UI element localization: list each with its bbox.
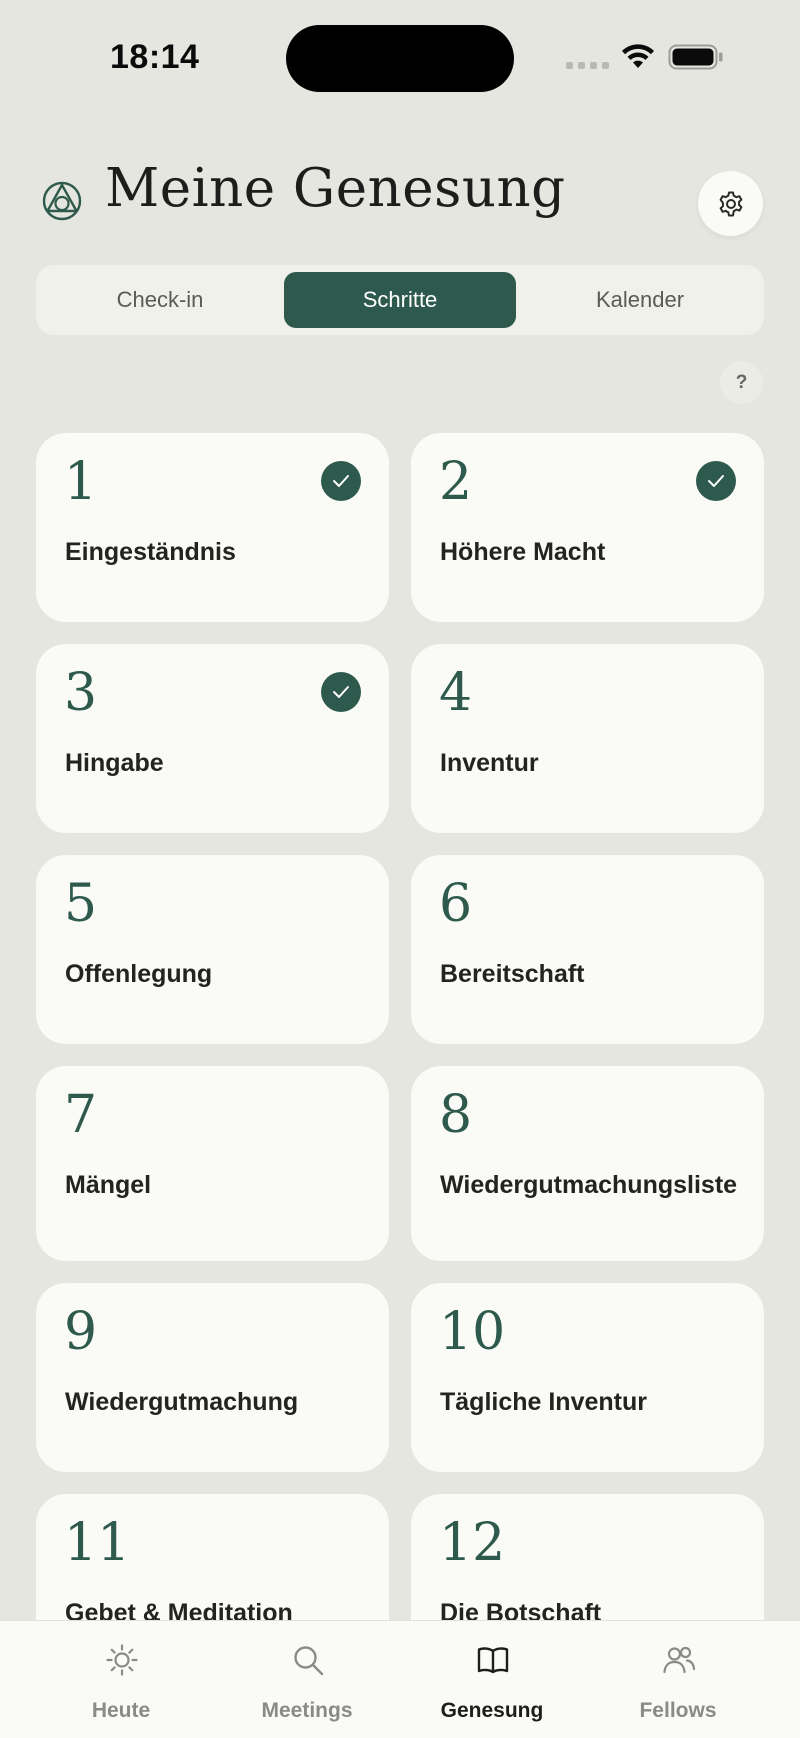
step-label: Bereitschaft: [440, 960, 585, 988]
step-card-9[interactable]: 9 Wiedergutmachung: [36, 1283, 389, 1472]
segment-schritte[interactable]: Schritte: [284, 272, 516, 328]
check-icon: [321, 672, 361, 712]
step-card-4[interactable]: 4 Inventur: [411, 644, 764, 833]
tab-label: Meetings: [261, 1699, 353, 1722]
people-icon: [663, 1646, 696, 1674]
tab-bar: Heute Meetings Genesung Fellows: [0, 1620, 800, 1738]
step-number: 12: [439, 1513, 506, 1573]
gear-icon: [719, 191, 742, 216]
check-icon: [696, 461, 736, 501]
step-card-3[interactable]: 3 Hingabe: [36, 644, 389, 833]
step-number: 7: [64, 1085, 98, 1145]
tab-heute[interactable]: Heute: [21, 1621, 221, 1738]
app-logo-icon: [42, 181, 82, 221]
segment-check-in[interactable]: Check-in: [44, 272, 276, 328]
settings-button[interactable]: [698, 171, 763, 236]
tab-label: Fellows: [639, 1699, 717, 1722]
battery-icon: [668, 44, 723, 70]
step-card-8[interactable]: 8 Wiedergutmachungsliste: [411, 1066, 764, 1261]
step-number: 4: [439, 663, 473, 723]
step-label: Inventur: [440, 749, 539, 777]
cellular-signal-icon: [566, 62, 609, 69]
tab-label: Heute: [91, 1699, 151, 1722]
step-number: 8: [439, 1085, 473, 1145]
segment-kalender[interactable]: Kalender: [524, 272, 756, 328]
step-number: 11: [64, 1513, 131, 1573]
tab-label: Genesung: [440, 1699, 544, 1722]
status-icons: [566, 42, 726, 74]
page-title: Meine Genesung: [105, 158, 566, 219]
step-card-10[interactable]: 10 Tägliche Inventur: [411, 1283, 764, 1472]
search-icon: [294, 1646, 324, 1676]
dynamic-island: [286, 25, 514, 92]
help-button[interactable]: ?: [720, 361, 763, 404]
step-number: 9: [64, 1302, 98, 1362]
tab-meetings[interactable]: Meetings: [207, 1621, 407, 1738]
screen: 18:14 Meine Genesung Check-in Schritte K…: [0, 0, 800, 1738]
wifi-icon: [622, 44, 654, 68]
book-icon: [477, 1647, 509, 1674]
segmented-control: Check-in Schritte Kalender: [36, 265, 764, 335]
step-number: 1: [64, 452, 98, 512]
step-number: 3: [64, 663, 98, 723]
step-card-7[interactable]: 7 Mängel: [36, 1066, 389, 1261]
step-label: Wiedergutmachungsliste: [440, 1171, 738, 1199]
step-card-1[interactable]: 1 Eingeständnis: [36, 433, 389, 622]
step-label: Wiedergutmachung: [65, 1388, 299, 1416]
sun-icon: [106, 1644, 138, 1676]
step-card-2[interactable]: 2 Höhere Macht: [411, 433, 764, 622]
check-icon: [321, 461, 361, 501]
step-number: 6: [439, 874, 473, 934]
step-number: 10: [439, 1302, 506, 1362]
step-label: Tägliche Inventur: [440, 1388, 647, 1416]
tab-genesung[interactable]: Genesung: [392, 1621, 592, 1738]
step-card-5[interactable]: 5 Offenlegung: [36, 855, 389, 1044]
step-label: Hingabe: [65, 749, 164, 777]
step-label: Mängel: [65, 1171, 152, 1199]
step-label: Eingeständnis: [65, 538, 236, 566]
tab-fellows[interactable]: Fellows: [578, 1621, 778, 1738]
step-number: 2: [439, 452, 473, 512]
step-label: Höhere Macht: [440, 538, 606, 566]
step-card-6[interactable]: 6 Bereitschaft: [411, 855, 764, 1044]
step-number: 5: [64, 874, 98, 934]
step-label: Offenlegung: [65, 960, 213, 988]
status-time: 18:14: [110, 38, 200, 76]
